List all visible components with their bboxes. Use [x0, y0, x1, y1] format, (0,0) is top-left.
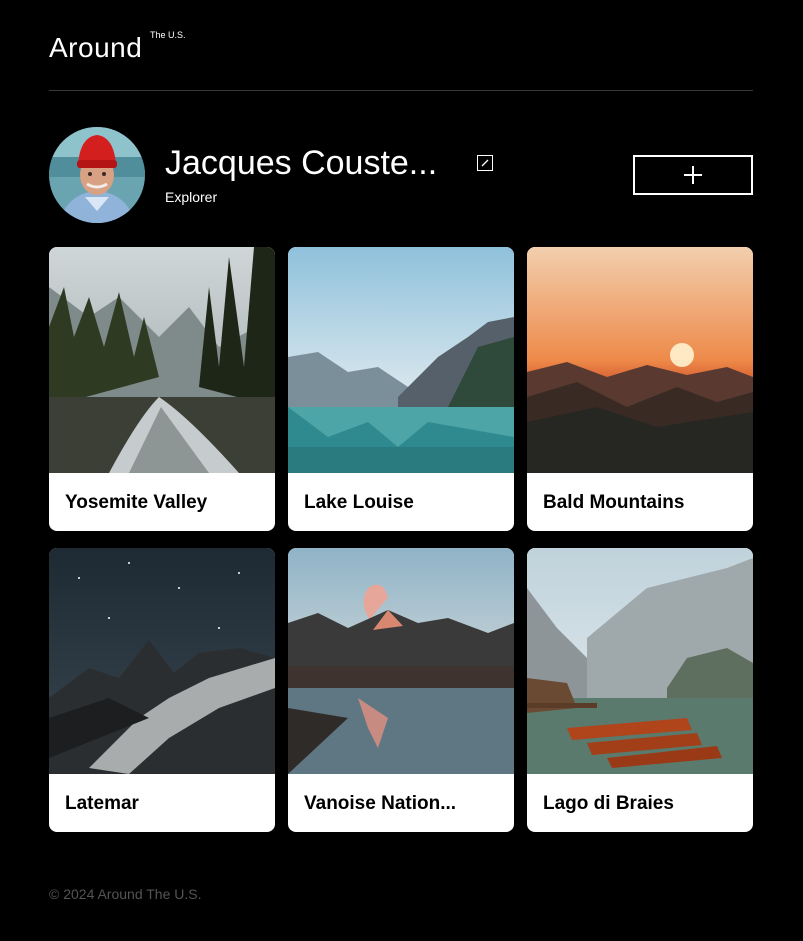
place-card[interactable]: Latemar	[49, 548, 275, 832]
place-title: Latemar	[65, 793, 139, 814]
place-photo[interactable]	[49, 247, 275, 473]
place-title: Yosemite Valley	[65, 492, 208, 513]
profile-role: Explorer	[165, 189, 218, 205]
profile-name: Jacques Couste...	[165, 144, 438, 182]
place-card[interactable]: Yosemite Valley	[49, 247, 275, 531]
profile-section: Jacques Couste... Explorer	[49, 127, 753, 223]
add-place-button[interactable]	[633, 155, 753, 195]
place-title: Lake Louise	[304, 492, 414, 513]
page-header: Around The U.S.	[49, 28, 753, 91]
pencil-icon	[481, 159, 489, 167]
place-photo[interactable]	[527, 548, 753, 774]
place-photo[interactable]	[527, 247, 753, 473]
place-title: Vanoise Nation...	[304, 793, 457, 814]
place-card[interactable]: Vanoise Nation...	[288, 548, 514, 832]
edit-profile-button[interactable]	[477, 155, 493, 171]
place-title: Lago di Braies	[543, 793, 674, 814]
place-photo[interactable]	[288, 247, 514, 473]
plus-icon	[684, 166, 702, 184]
place-card[interactable]: Bald Mountains	[527, 247, 753, 531]
avatar[interactable]	[49, 127, 145, 223]
logo-superscript: The U.S.	[150, 30, 186, 40]
place-title: Bald Mountains	[543, 492, 685, 513]
place-card[interactable]: Lake Louise	[288, 247, 514, 531]
place-card[interactable]: Lago di Braies	[527, 548, 753, 832]
logo: Around	[49, 32, 143, 63]
place-photo[interactable]	[288, 548, 514, 774]
footer-copyright: © 2024 Around The U.S.	[49, 886, 202, 902]
place-photo[interactable]	[49, 548, 275, 774]
